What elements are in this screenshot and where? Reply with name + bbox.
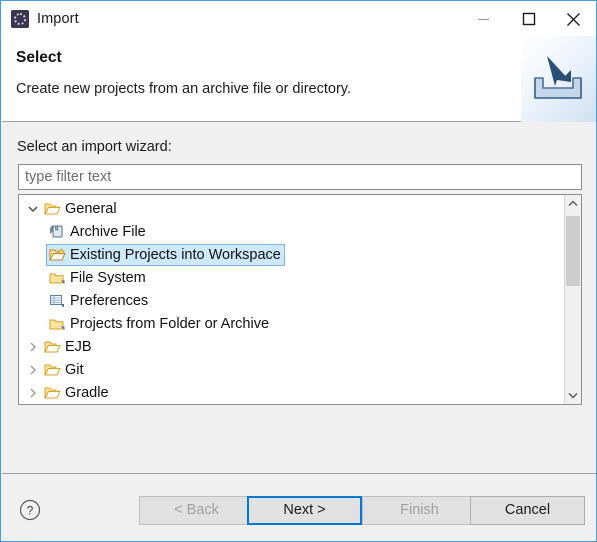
tree-item[interactable]: Existing Projects into Workspace <box>19 243 564 266</box>
scrollbar-thumb[interactable] <box>566 216 580 286</box>
close-icon[interactable] <box>551 1 596 37</box>
tree-item-label: General <box>65 200 117 217</box>
wizard-tree[interactable]: General Archive File Existing Projects int… <box>18 194 582 405</box>
tree-item-label: Existing Projects into Workspace <box>70 246 281 263</box>
import-dialog: Import Select Create new projects from a… <box>0 0 597 542</box>
window-controls <box>461 1 596 37</box>
select-wizard-label: Select an import wizard: <box>17 139 172 155</box>
back-button[interactable]: < Back <box>139 496 254 525</box>
filter-input[interactable] <box>18 164 582 190</box>
finish-button[interactable]: Finish <box>362 496 477 525</box>
page-description: Create new projects from an archive file… <box>16 81 351 97</box>
tree-item[interactable]: EJB <box>19 335 564 358</box>
dialog-body: Select an import wizard: General Archive … <box>2 123 596 473</box>
cancel-button[interactable]: Cancel <box>470 496 585 525</box>
chevron-right-icon[interactable] <box>25 335 41 358</box>
tree-item-label: Gradle <box>65 384 109 401</box>
svg-text:?: ? <box>27 504 34 518</box>
tree-item-content[interactable]: General <box>41 198 121 220</box>
page-title: Select <box>16 49 62 66</box>
tree-item-label: Preferences <box>70 292 149 309</box>
tree-vertical-scrollbar[interactable] <box>564 195 581 404</box>
tree-item[interactable]: Gradle <box>19 381 564 404</box>
wizard-banner: Select Create new projects from an archi… <box>2 36 596 122</box>
title-bar: Import <box>1 1 596 37</box>
tree-item-label: Git <box>65 361 84 378</box>
chevron-down-icon[interactable] <box>25 197 41 220</box>
tree-item[interactable]: General <box>19 197 564 220</box>
chevron-up-icon[interactable] <box>565 195 581 212</box>
tree-item[interactable]: Preferences <box>19 289 564 312</box>
open-folder-icon <box>43 362 61 378</box>
projects-folder-icon <box>48 316 66 332</box>
minimize-icon[interactable] <box>461 1 506 37</box>
eclipse-import-icon <box>11 10 29 28</box>
help-icon[interactable]: ? <box>19 499 41 521</box>
tree-item-content[interactable]: Existing Projects into Workspace <box>46 243 285 266</box>
tree-item-content[interactable]: Gradle <box>41 382 113 404</box>
chevron-right-icon[interactable] <box>25 381 41 404</box>
window-title: Import <box>37 11 79 27</box>
chevron-right-icon[interactable] <box>25 358 41 381</box>
tree-item-content[interactable]: Git <box>41 359 88 381</box>
tree-item[interactable]: Archive File <box>19 220 564 243</box>
tree-item[interactable]: Projects from Folder or Archive <box>19 312 564 335</box>
existing-projects-icon <box>48 247 66 263</box>
import-tray-arrow-icon <box>521 36 596 122</box>
tree-item-label: Projects from Folder or Archive <box>70 315 270 332</box>
maximize-icon[interactable] <box>506 1 551 37</box>
open-folder-icon <box>43 385 61 401</box>
tree-item[interactable]: File System <box>19 266 564 289</box>
tree-item-content[interactable]: Archive File <box>46 221 150 243</box>
dialog-footer: ? < Back Next > Finish Cancel <box>2 473 596 541</box>
file-system-folder-icon <box>48 270 66 286</box>
tree-item-content[interactable]: Projects from Folder or Archive <box>46 313 273 335</box>
tree-item-label: EJB <box>65 338 92 355</box>
tree-item-content[interactable]: EJB <box>41 336 96 358</box>
open-folder-icon <box>43 201 61 217</box>
tree-item-content[interactable]: File System <box>46 267 150 289</box>
chevron-down-icon[interactable] <box>565 387 581 404</box>
tree-item[interactable]: Git <box>19 358 564 381</box>
preferences-icon <box>48 293 66 309</box>
tree-item-label: File System <box>70 269 146 286</box>
tree-item-label: Archive File <box>70 223 146 240</box>
open-folder-icon <box>43 339 61 355</box>
archive-file-icon <box>48 224 66 240</box>
wizard-tree-list: General Archive File Existing Projects int… <box>19 197 564 404</box>
tree-item-content[interactable]: Preferences <box>46 290 152 312</box>
next-button[interactable]: Next > <box>247 496 362 525</box>
